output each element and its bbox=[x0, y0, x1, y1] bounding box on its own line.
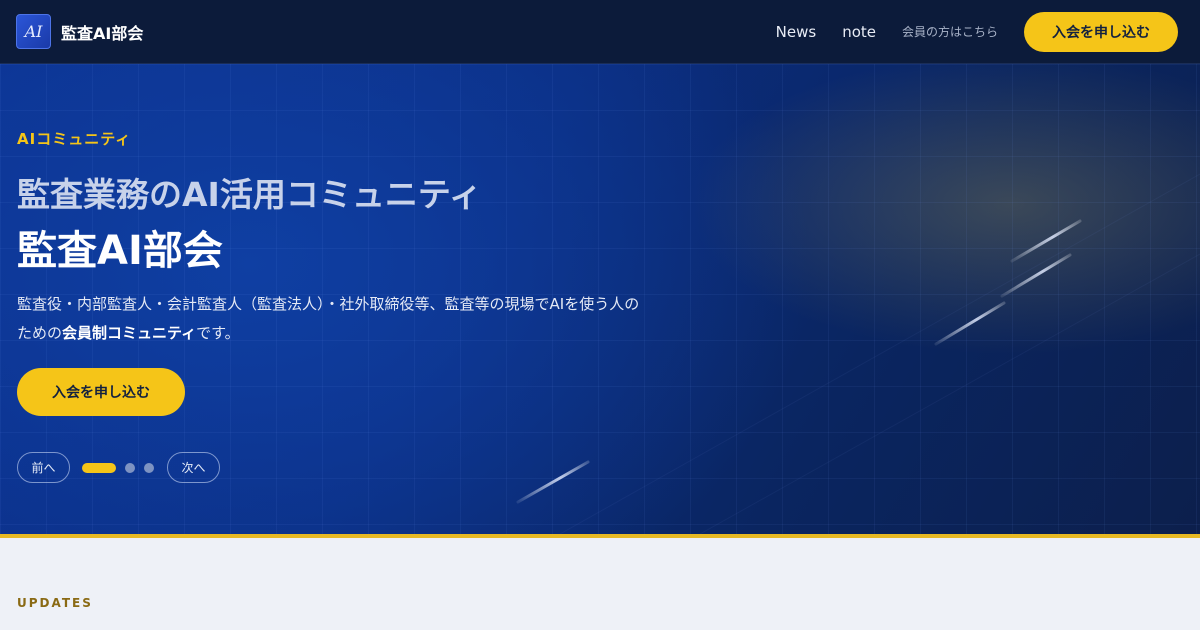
next-slide-button[interactable]: 次へ bbox=[167, 452, 220, 483]
main-nav: News note 会員の方はこちら 入会を申し込む bbox=[776, 11, 1178, 52]
join-button-hero[interactable]: 入会を申し込む bbox=[17, 368, 185, 416]
hero-subtitle: 監査業務のAI活用コミュニティ bbox=[17, 175, 482, 214]
hero-section: AIコミュニティ 監査業務のAI活用コミュニティ 監査AI部会 監査役・内部監査… bbox=[0, 64, 1200, 534]
hero-desc-line2-post: です。 bbox=[196, 324, 240, 342]
join-button-header[interactable]: 入会を申し込む bbox=[1024, 11, 1178, 52]
section-divider bbox=[0, 534, 1200, 538]
slider-pager: 前へ 次へ bbox=[17, 452, 220, 483]
brand-name[interactable]: 監査AI部会 bbox=[61, 20, 143, 44]
prev-slide-button[interactable]: 前へ bbox=[17, 452, 70, 483]
hero-desc-bold: 会員制コミュニティ bbox=[62, 324, 197, 342]
hero-description: 監査役・内部監査人・会計監査人（監査法人）・社外取締役等、監査等の現場でAIを使… bbox=[17, 290, 737, 348]
hero-eyebrow: AIコミュニティ bbox=[17, 130, 132, 148]
brand[interactable]: AI 監査AI部会 bbox=[16, 14, 143, 49]
nav-link-members[interactable]: 会員の方はこちら bbox=[902, 23, 998, 40]
hero-title: 監査AI部会 bbox=[17, 228, 223, 274]
slide-dot-2[interactable] bbox=[125, 462, 135, 473]
site-header: AI 監査AI部会 News note 会員の方はこちら 入会を申し込む bbox=[0, 0, 1200, 64]
hero-desc-line1: 監査役・内部監査人・会計監査人（監査法人）・社外取締役等、監査等の現場でAIを使… bbox=[17, 295, 640, 313]
slide-dot-1[interactable] bbox=[82, 462, 116, 473]
slide-dot-3[interactable] bbox=[144, 462, 154, 473]
nav-link-news[interactable]: News bbox=[776, 23, 817, 41]
logo-icon[interactable]: AI bbox=[16, 14, 51, 49]
nav-link-note[interactable]: note bbox=[842, 23, 876, 41]
hero-desc-line2-pre: ための bbox=[17, 324, 63, 342]
updates-section-label: UPDATES bbox=[17, 596, 93, 610]
